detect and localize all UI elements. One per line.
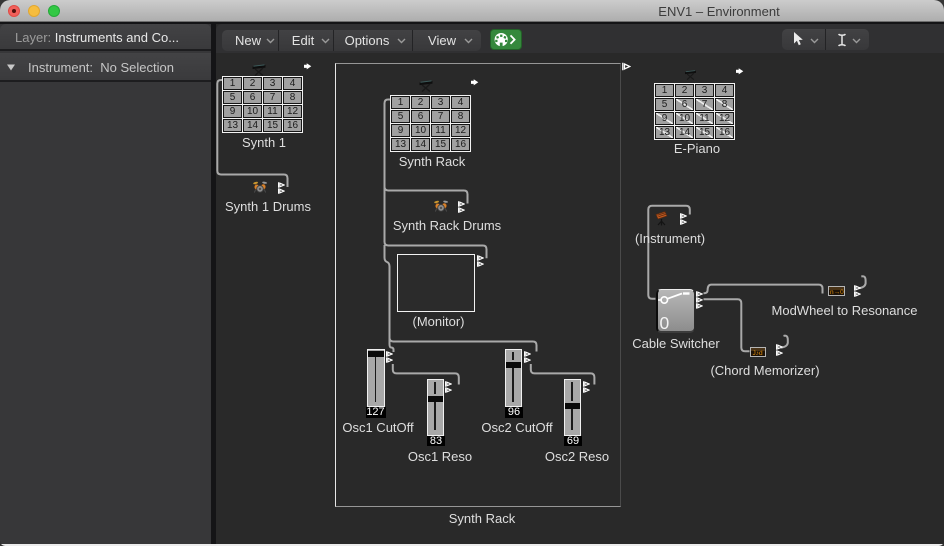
svg-text:J♪d: J♪d (752, 350, 763, 356)
svg-text:n→0: n→0 (830, 289, 844, 295)
svg-text:0: 0 (659, 313, 669, 333)
